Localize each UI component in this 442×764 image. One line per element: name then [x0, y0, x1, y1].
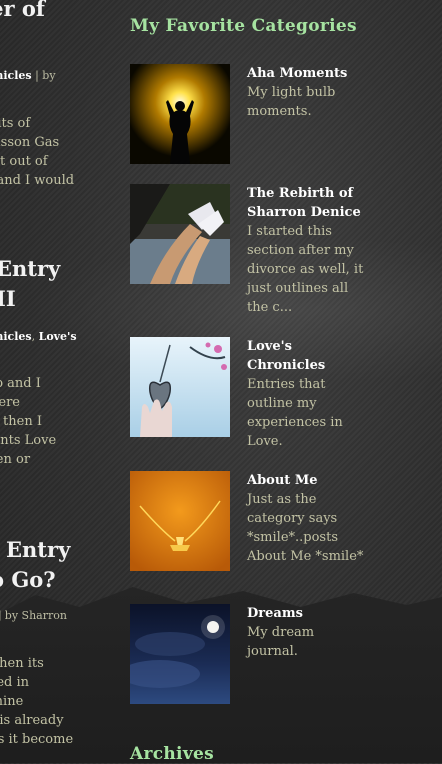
light-bulb-silhouette-photo-icon[interactable]	[130, 64, 230, 164]
categories-widget-title: My Favorite Categories	[130, 16, 357, 36]
main-content-column: ower of onicles | by bits of Sasson Gas …	[0, 0, 110, 763]
category-description: My light bulb moments.	[247, 85, 336, 119]
category-description: Entries that outline my experiences in L…	[247, 377, 343, 449]
category-link-aha-moments[interactable]: Aha Moments	[247, 64, 367, 83]
category-item-dreams: Dreams My dream journal.	[130, 604, 370, 714]
category-item-aha-moments: Aha Moments My light bulb moments.	[130, 64, 370, 174]
post-excerpt: when its ded in shine t is already es it…	[0, 656, 74, 747]
post-meta: ] by Sharron	[0, 609, 67, 622]
category-link-dreams[interactable]: Dreams	[247, 604, 367, 623]
category-description: My dream journal.	[247, 625, 315, 659]
post-title[interactable]: ower of	[0, 0, 110, 24]
post-meta: onicles | by	[0, 69, 110, 82]
post-title[interactable]: - Entry o Go?	[0, 535, 110, 595]
category-item-loves-chronicles: Love's Chronicles Entries that outline m…	[130, 337, 370, 449]
necklace-photo-icon[interactable]	[130, 471, 230, 571]
category-link[interactable]: Love's	[39, 330, 77, 343]
post-excerpt: ump and I I were but then I resents Love…	[0, 376, 57, 467]
category-link-rebirth[interactable]: The Rebirth of Sharron Denice	[247, 184, 367, 222]
post-excerpt: bits of Sasson Gas get out of d and I wo…	[0, 116, 75, 188]
heart-locket-photo-icon[interactable]	[130, 337, 230, 437]
category-link-loves-chronicles[interactable]: Love's Chronicles	[247, 337, 367, 375]
category-link[interactable]: onicles	[0, 330, 32, 343]
category-description: Just as the category says *smile*..posts…	[247, 492, 364, 564]
feet-relaxing-photo-icon[interactable]	[130, 184, 230, 284]
category-item-rebirth: The Rebirth of Sharron Denice I started …	[130, 184, 370, 315]
archives-widget-title: Archives	[130, 744, 214, 764]
category-description: I started this section after my divorce …	[247, 224, 364, 315]
category-link[interactable]: onicles	[0, 69, 32, 82]
category-link-about-me[interactable]: About Me	[247, 471, 367, 490]
night-sky-photo-icon[interactable]	[130, 604, 230, 704]
post-meta: onicles, Love's	[0, 330, 110, 343]
category-item-about-me: About Me Just as the category says *smil…	[130, 471, 370, 581]
post-title[interactable]: Entry II	[0, 254, 110, 314]
